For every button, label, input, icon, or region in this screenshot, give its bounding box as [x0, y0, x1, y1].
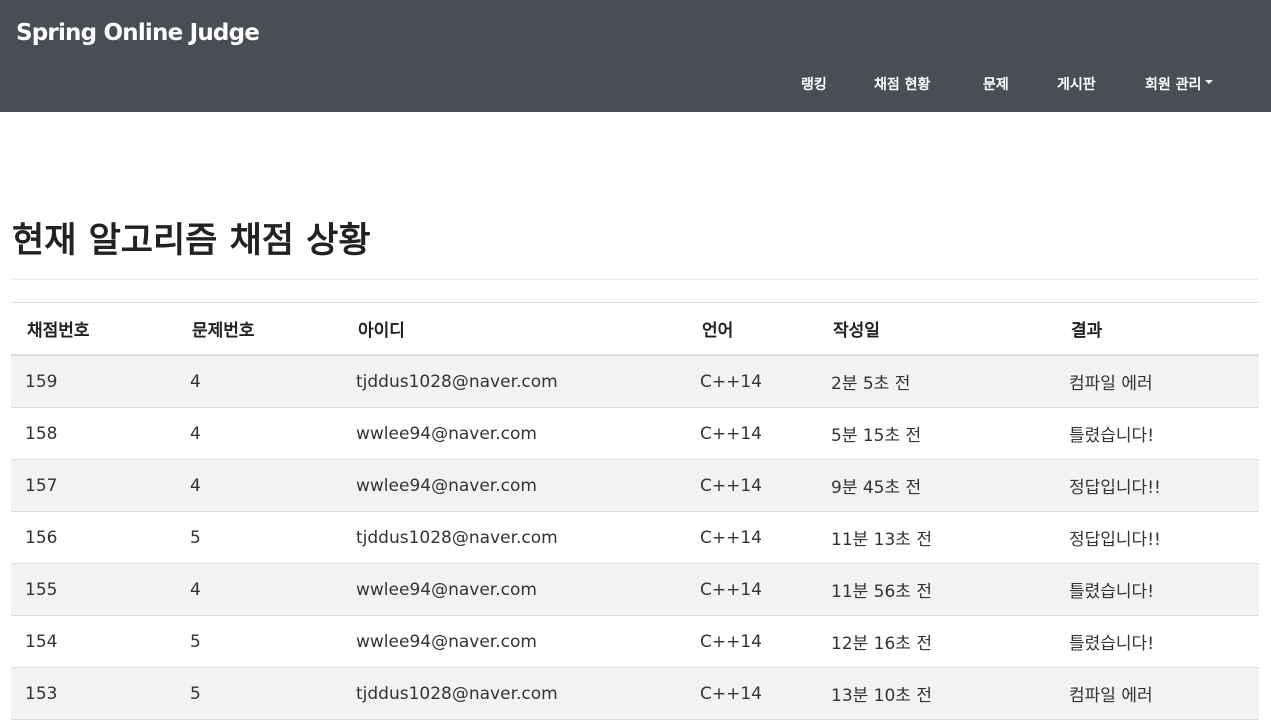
cell-user-id: wwlee94@naver.com: [342, 563, 686, 616]
cell-result: 정답입니다!!: [1055, 459, 1259, 512]
cell-submission-id: 159: [11, 355, 176, 408]
cell-user-id: wwlee94@naver.com: [342, 615, 686, 668]
cell-user-id: wwlee94@naver.com: [342, 459, 686, 512]
cell-submission-id: 157: [11, 459, 176, 512]
nav-item-problems[interactable]: 문제: [983, 74, 1009, 94]
cell-result: 컴파일 에러: [1055, 667, 1259, 720]
cell-submission-id: 156: [11, 511, 176, 564]
cell-submission-id: 154: [11, 615, 176, 668]
title-divider: [11, 279, 1259, 280]
top-navbar: Spring Online Judge 랭킹 채점 현황 문제 게시판 회원 관…: [0, 0, 1271, 112]
cell-submission-id: 155: [11, 563, 176, 616]
column-header-submission-id: 채점번호: [11, 302, 176, 356]
column-header-result: 결과: [1055, 302, 1259, 356]
table-row: 157 4 wwlee94@naver.com C++14 9분 45초 전 정답입니다!…: [11, 459, 1259, 512]
page-title: 현재 알고리즘 채점 상황: [12, 221, 371, 261]
cell-user-id: tjddus1028@naver.com: [342, 667, 686, 720]
nav-item-member-dropdown[interactable]: 회원 관리: [1145, 74, 1214, 94]
nav-item-status[interactable]: 채점 현황: [874, 74, 930, 94]
cell-language: C++14: [686, 459, 817, 512]
nav-menu: 랭킹 채점 현황 문제 게시판 회원 관리: [0, 74, 1271, 94]
caret-down-icon: [1205, 80, 1214, 84]
table-row: 154 5 wwlee94@naver.com C++14 12분 16초 전 틀렸습니다…: [11, 615, 1259, 668]
cell-user-id: tjddus1028@naver.com: [342, 511, 686, 564]
nav-item-member-label: 회원 관리: [1145, 77, 1202, 93]
cell-created: 9분 45초 전: [817, 459, 1055, 512]
table-row: 153 5 tjddus1028@naver.com C++14 13분 10초 전 컴파…: [11, 667, 1259, 720]
table-row: 155 4 wwlee94@naver.com C++14 11분 56초 전 틀렸습니다…: [11, 563, 1259, 616]
cell-result: 틀렸습니다!: [1055, 563, 1259, 616]
cell-language: C++14: [686, 355, 817, 408]
nav-item-board[interactable]: 게시판: [1057, 74, 1096, 94]
cell-submission-id: 158: [11, 407, 176, 460]
cell-problem-id: 5: [176, 615, 342, 668]
column-header-language: 언어: [686, 302, 817, 356]
column-header-created: 작성일: [817, 302, 1055, 356]
brand-logo[interactable]: Spring Online Judge: [16, 20, 260, 46]
cell-language: C++14: [686, 667, 817, 720]
cell-problem-id: 4: [176, 459, 342, 512]
cell-language: C++14: [686, 563, 817, 616]
cell-result: 틀렸습니다!: [1055, 615, 1259, 668]
cell-language: C++14: [686, 511, 817, 564]
cell-language: C++14: [686, 407, 817, 460]
cell-problem-id: 5: [176, 511, 342, 564]
table-header-row: 채점번호 문제번호 아이디 언어 작성일 결과: [11, 302, 1259, 356]
cell-problem-id: 4: [176, 407, 342, 460]
nav-item-ranking[interactable]: 랭킹: [801, 74, 827, 94]
cell-language: C++14: [686, 615, 817, 668]
submission-table-container: 채점번호 문제번호 아이디 언어 작성일 결과 159 4 tjddus1028@n…: [11, 302, 1259, 720]
cell-created: 2분 5초 전: [817, 355, 1055, 408]
table-row: 156 5 tjddus1028@naver.com C++14 11분 13초 전 정답…: [11, 511, 1259, 564]
cell-problem-id: 5: [176, 667, 342, 720]
column-header-user-id: 아이디: [342, 302, 686, 356]
cell-user-id: tjddus1028@naver.com: [342, 355, 686, 408]
cell-user-id: wwlee94@naver.com: [342, 407, 686, 460]
cell-submission-id: 153: [11, 667, 176, 720]
cell-created: 11분 56초 전: [817, 563, 1055, 616]
cell-created: 5분 15초 전: [817, 407, 1055, 460]
cell-created: 12분 16초 전: [817, 615, 1055, 668]
column-header-problem-id: 문제번호: [176, 302, 342, 356]
cell-created: 11분 13초 전: [817, 511, 1055, 564]
cell-result: 컴파일 에러: [1055, 355, 1259, 408]
cell-result: 정답입니다!!: [1055, 511, 1259, 564]
submission-table: 채점번호 문제번호 아이디 언어 작성일 결과 159 4 tjddus1028@n…: [11, 302, 1259, 720]
cell-problem-id: 4: [176, 563, 342, 616]
cell-problem-id: 4: [176, 355, 342, 408]
table-row: 158 4 wwlee94@naver.com C++14 5분 15초 전 틀렸습니다!: [11, 407, 1259, 460]
table-row: 159 4 tjddus1028@naver.com C++14 2분 5초 전 컴파일 …: [11, 355, 1259, 408]
cell-created: 13분 10초 전: [817, 667, 1055, 720]
cell-result: 틀렸습니다!: [1055, 407, 1259, 460]
